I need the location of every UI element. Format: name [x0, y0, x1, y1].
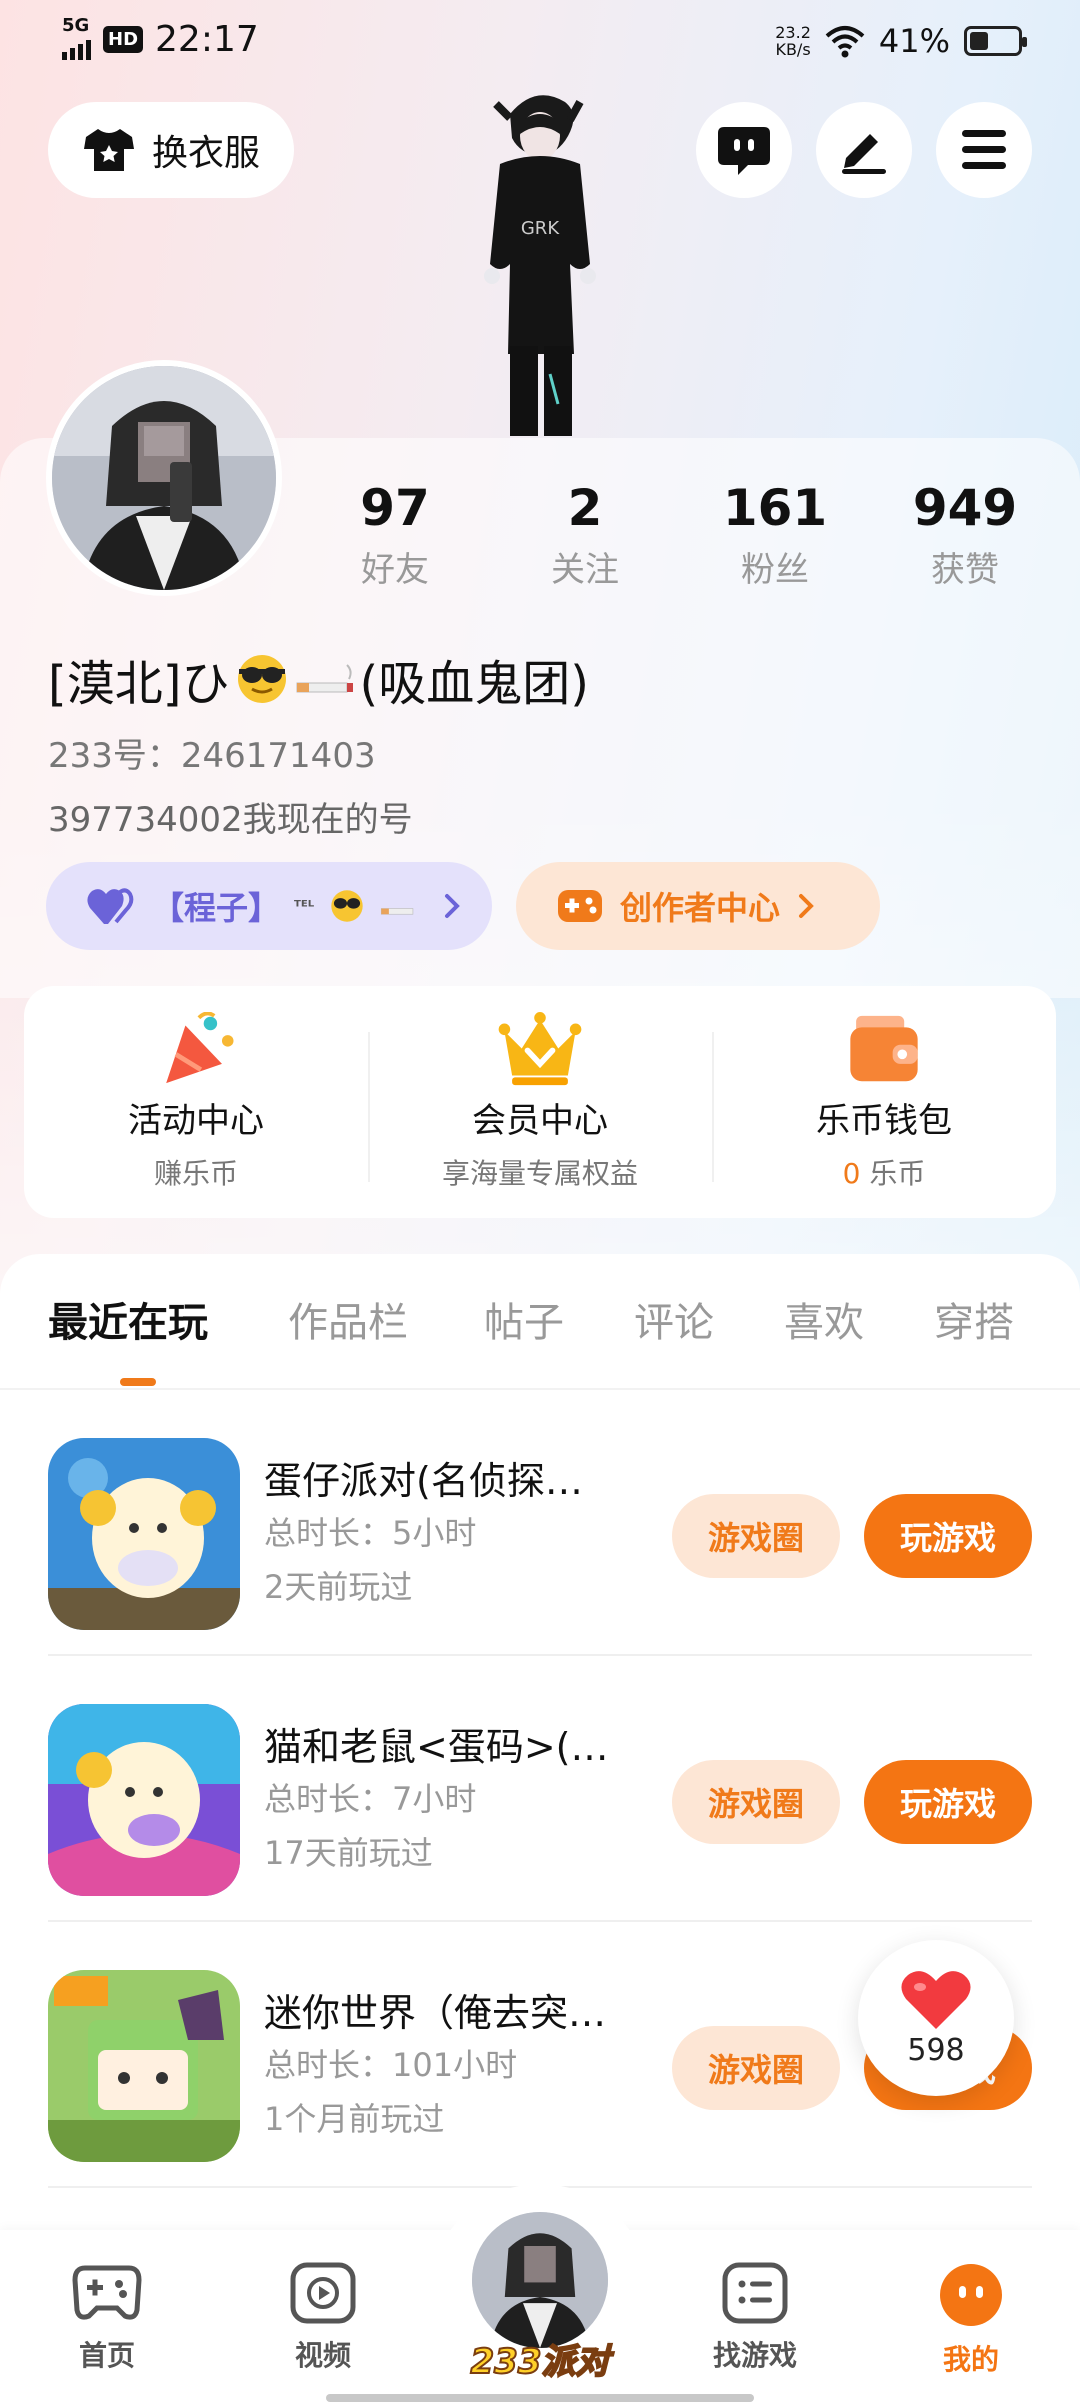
profile-tabs: 最近在玩 作品栏 帖子 评论 喜欢 穿搭	[0, 1290, 1080, 1380]
net-speed: 23.2 KB/s	[775, 23, 811, 59]
shirt-icon	[83, 129, 134, 171]
game-name: 蛋仔派对(名侦探…	[264, 1459, 583, 1503]
user-avatar[interactable]	[46, 360, 282, 596]
tab-works[interactable]: 作品栏	[288, 1290, 408, 1348]
active-tab-indicator	[120, 1378, 156, 1386]
tab-recent-played[interactable]: 最近在玩	[48, 1290, 208, 1348]
profile-stats: 97 好友 2 关注 161 粉丝 949 获赞	[300, 478, 1060, 591]
nav-home[interactable]: 首页	[32, 2262, 182, 2374]
edit-profile-button[interactable]	[816, 102, 912, 198]
stat-followers[interactable]: 161 粉丝	[680, 478, 870, 591]
crown-icon	[498, 1012, 582, 1086]
game-duration: 总时长：7小时	[264, 1780, 477, 1818]
wifi-icon	[825, 26, 865, 58]
chat-icon	[718, 127, 770, 175]
game-row[interactable]: 蛋仔派对(名侦探… 总时长：5小时 2天前玩过 游戏圈 玩游戏	[48, 1390, 1032, 1656]
nav-party-avatar[interactable]	[468, 2208, 612, 2352]
nav-me[interactable]: 我的	[896, 2262, 1046, 2378]
play-game-button[interactable]: 玩游戏	[864, 1760, 1032, 1844]
stat-likes[interactable]: 949 获赞	[870, 478, 1060, 591]
tab-likes[interactable]: 喜欢	[784, 1290, 864, 1348]
clock: 22:17	[155, 18, 259, 60]
play-game-button[interactable]: 玩游戏	[864, 1494, 1032, 1578]
network-type: 5G	[62, 15, 90, 36]
signal-icon	[62, 34, 91, 60]
wallet-icon	[850, 1015, 918, 1082]
game-duration: 总时长：5小时	[264, 1514, 477, 1552]
game-circle-button[interactable]: 游戏圈	[672, 2026, 840, 2110]
like-count: 598	[907, 2032, 965, 2068]
svg-text:GRK: GRK	[521, 218, 560, 239]
nav-find-games[interactable]: 找游戏	[680, 2262, 830, 2374]
guild-tag-name: 【程子】	[152, 889, 281, 927]
guild-tag-tail: ᵀᴱᴸ	[294, 896, 315, 916]
list-icon	[722, 2262, 788, 2324]
coin-wallet-entry[interactable]: 乐币钱包 0 乐币	[712, 1012, 1056, 1192]
edit-icon	[842, 134, 886, 174]
user-id: 233号：246171403	[48, 736, 376, 776]
tab-outfits[interactable]: 穿搭	[934, 1290, 1014, 1348]
chevron-right-icon	[445, 894, 461, 918]
chevron-right-icon	[799, 894, 814, 918]
game-last-played: 2天前玩过	[264, 1568, 413, 1606]
game-circle-button[interactable]: 游戏圈	[672, 1760, 840, 1844]
game-icon-tom-and-jerry	[48, 1704, 240, 1896]
game-last-played: 1个月前玩过	[264, 2100, 445, 2138]
avatar-3d-figure[interactable]: GRK	[440, 84, 640, 438]
battery-icon	[964, 26, 1027, 56]
tab-comments[interactable]: 评论	[634, 1290, 714, 1348]
gamepad-icon	[72, 2265, 142, 2320]
change-outfit-label: 换衣服	[151, 133, 260, 174]
game-icon-mini-world	[48, 1970, 240, 2162]
home-indicator[interactable]	[326, 2394, 754, 2402]
stat-following[interactable]: 2 关注	[490, 478, 680, 591]
like-float-button[interactable]: 598	[858, 1940, 1014, 2096]
cigarette-emoji-icon	[381, 908, 414, 915]
menu-icon	[962, 130, 1006, 169]
nav-party-label[interactable]: 233派对	[460, 2334, 620, 2383]
game-duration: 总时长：101小时	[264, 2046, 518, 2084]
creator-center-button[interactable]: 创作者中心	[516, 862, 880, 950]
game-last-played: 17天前玩过	[264, 1834, 433, 1872]
guild-tag[interactable]: 【程子】 ᵀᴱᴸ	[46, 862, 492, 950]
tab-posts[interactable]: 帖子	[484, 1290, 564, 1348]
heart-icon	[901, 1970, 971, 2029]
sunglasses-emoji-icon	[331, 890, 363, 922]
hd-badge: HD	[103, 25, 144, 53]
creator-center-label: 创作者中心	[620, 889, 781, 927]
battery-percent: 41%	[878, 22, 950, 60]
menu-button[interactable]	[936, 102, 1032, 198]
nickname: [漠北]ひ (吸血鬼团)	[48, 644, 589, 714]
sunglasses-emoji-icon	[238, 655, 287, 703]
game-name: 迷你世界（俺去突…	[264, 1991, 607, 2035]
user-signature: 397734002我现在的号	[48, 800, 413, 840]
game-icon-eggy-party	[48, 1438, 240, 1630]
game-circle-button[interactable]: 游戏圈	[672, 1494, 840, 1578]
message-button[interactable]	[696, 102, 792, 198]
game-row[interactable]: 猫和老鼠<蛋码>(… 总时长：7小时 17天前玩过 游戏圈 玩游戏	[48, 1656, 1032, 1922]
stat-friends[interactable]: 97 好友	[300, 478, 490, 591]
quick-entries: 活动中心 赚乐币 会员中心 享海量专属权益 乐币钱包 0 乐币	[24, 986, 1056, 1218]
double-heart-icon	[87, 888, 134, 924]
activity-center-entry[interactable]: 活动中心 赚乐币	[24, 1012, 368, 1192]
status-bar: 5G HD 22:17 23.2 KB/s 41%	[0, 0, 1080, 84]
play-icon	[290, 2262, 356, 2324]
gamepad-icon	[558, 890, 602, 922]
vip-center-entry[interactable]: 会员中心 享海量专属权益	[368, 1012, 712, 1192]
me-icon	[940, 2264, 1002, 2326]
nav-video[interactable]: 视频	[248, 2262, 398, 2374]
change-outfit-button[interactable]: 换衣服	[48, 102, 294, 198]
party-popper-icon	[166, 1012, 234, 1084]
game-name: 猫和老鼠<蛋码>(…	[264, 1725, 609, 1769]
cigarette-emoji-icon	[296, 664, 354, 693]
